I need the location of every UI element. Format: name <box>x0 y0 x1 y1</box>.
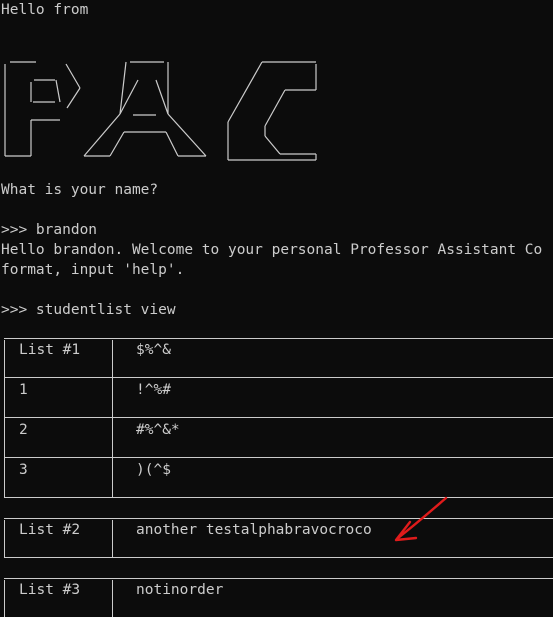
table-row-label: 3 <box>19 462 28 478</box>
table-divider <box>4 338 553 339</box>
table-divider <box>4 497 553 498</box>
command-input-name: >>> brandon <box>1 222 98 238</box>
list-header-label: List #1 <box>19 342 81 358</box>
table-divider <box>4 518 553 519</box>
list-header-value: another testalphabravocroco <box>136 522 372 538</box>
pac-ascii-banner <box>4 61 317 161</box>
table-divider <box>4 557 553 558</box>
table-border-left <box>4 340 5 498</box>
table-row-label: 1 <box>19 382 28 398</box>
table-column-divider <box>112 580 113 617</box>
list-header-label: List #3 <box>19 582 81 598</box>
list-header-value: notinorder <box>136 582 224 598</box>
table-border-left <box>4 580 5 617</box>
table-divider <box>4 377 553 378</box>
red-arrow-icon <box>394 496 448 542</box>
welcome-message-line1: Hello brandon. Welcome to your personal … <box>1 242 543 258</box>
greeting-text: Hello from <box>1 2 89 18</box>
command-input-studentlist: >>> studentlist view <box>1 302 176 318</box>
list-header-value: $%^& <box>136 342 171 358</box>
table-divider <box>4 578 553 579</box>
table-divider <box>4 417 553 418</box>
list-header-label: List #2 <box>19 522 81 538</box>
table-column-divider <box>112 340 113 498</box>
welcome-message-line2: format, input 'help'. <box>1 262 185 278</box>
table-column-divider <box>112 520 113 558</box>
table-row-value: !^%# <box>136 382 171 398</box>
name-prompt: What is your name? <box>1 182 159 198</box>
table-row-value: )(^$ <box>136 462 171 478</box>
table-row-value: #%^&* <box>136 422 180 438</box>
terminal-window: Hello from What is your name? >>> brando… <box>0 0 553 617</box>
table-border-left <box>4 520 5 558</box>
table-divider <box>4 457 553 458</box>
table-row-label: 2 <box>19 422 28 438</box>
